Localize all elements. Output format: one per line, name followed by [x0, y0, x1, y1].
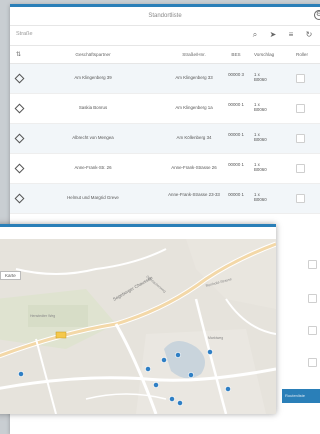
sort-icon[interactable]: ⇅	[16, 51, 21, 58]
map-type-button[interactable]: Karte	[0, 271, 21, 280]
location-marker-icon	[14, 73, 25, 84]
location-marker-icon	[14, 103, 25, 114]
table-row[interactable]: Saskia Bonrus Am Klingenberg 1a 00000 1 …	[10, 94, 320, 124]
cell-bes: 00000 3	[228, 72, 244, 77]
table-row[interactable]: Helmut und Margrid Greve Anne-Frank-Stra…	[10, 184, 320, 214]
cell-bes: 00000 1	[228, 162, 244, 167]
roller-checkbox[interactable]	[296, 104, 305, 113]
list-icon[interactable]: ≡	[285, 29, 297, 41]
cell-street: Am Klingenberg 1a	[175, 105, 213, 110]
map-marker[interactable]	[153, 382, 159, 388]
location-marker-icon	[14, 193, 25, 204]
cell-bes: 00000 1	[228, 102, 244, 107]
location-marker-icon	[14, 133, 25, 144]
cell-street: Am Klingenberg 33	[175, 75, 213, 80]
table-header: ⇅ Geschäftspartner Straße/Hnr. BES Vorsc…	[10, 46, 320, 64]
roller-checkbox[interactable]	[308, 260, 317, 269]
route-list-label: Routenliste	[285, 393, 306, 398]
location-marker-icon	[14, 163, 25, 174]
cell-partner: Helmut und Margrid Greve	[67, 195, 119, 200]
map-marker[interactable]	[18, 371, 24, 377]
roller-checkbox[interactable]	[308, 294, 317, 303]
map-marker[interactable]	[207, 349, 213, 355]
map-marker[interactable]	[169, 396, 175, 402]
cell-bes: 00000 1	[228, 132, 244, 137]
cell-partner: Saskia Bonrus	[78, 105, 108, 110]
map-header	[0, 227, 276, 239]
cell-vorschlag: 1 x B0060	[254, 162, 267, 172]
roller-checkbox[interactable]	[308, 326, 317, 335]
cell-street: Am Köllenberg 34	[176, 135, 212, 140]
panel-header: Standortliste ⚙	[10, 7, 320, 26]
roller-checkbox[interactable]	[296, 194, 305, 203]
map-marker[interactable]	[225, 386, 231, 392]
cell-partner: Am Klingenberg 39	[74, 75, 112, 80]
roller-checkbox[interactable]	[296, 74, 305, 83]
search-row: ⌕ ➤ ≡ ↻	[10, 26, 320, 46]
route-list-button[interactable]: Routenliste	[282, 389, 320, 403]
map-marker[interactable]	[161, 357, 167, 363]
table-row[interactable]: Am Klingenberg 39 Am Klingenberg 33 0000…	[10, 64, 320, 94]
cell-vorschlag: 1 x B0060	[254, 72, 267, 82]
search-input[interactable]	[16, 31, 236, 37]
map-canvas[interactable]: Segeberger Chaussee Oberlachenweg Reinho…	[0, 239, 276, 414]
header-roller[interactable]: Roller	[296, 52, 308, 57]
settings-icon[interactable]: ⚙	[314, 10, 320, 20]
road-label: Oberlachenweg	[145, 275, 166, 294]
road-label: Marktweg	[208, 336, 223, 340]
header-vorschlag[interactable]: Vorschlag	[254, 52, 274, 57]
location-arrow-icon[interactable]: ➤	[267, 29, 279, 41]
map-type-label: Karte	[5, 273, 16, 278]
map-marker[interactable]	[145, 366, 151, 372]
search-icon[interactable]: ⌕	[249, 29, 261, 41]
panel-title: Standortliste	[148, 13, 182, 19]
roller-checkbox[interactable]	[296, 134, 305, 143]
cell-vorschlag: 1 x B0060	[254, 102, 267, 112]
map-panel: Segeberger Chaussee Oberlachenweg Reinho…	[0, 224, 276, 414]
cell-street: Anne-Frank-Strasse 23-33	[168, 192, 220, 197]
cell-partner: Albrecht von Mengea	[72, 135, 114, 140]
header-street[interactable]: Straße/Hnr.	[168, 52, 220, 57]
cell-bes: 00000 1	[228, 192, 244, 197]
cell-street: Anne-Frank-Strasse 26	[171, 165, 217, 170]
road-label: Henstedter Weg	[30, 314, 55, 318]
table-row[interactable]: Albrecht von Mengea Am Köllenberg 34 000…	[10, 124, 320, 154]
roller-checkbox[interactable]	[296, 164, 305, 173]
header-partner[interactable]: Geschäftspartner	[58, 52, 128, 57]
table-row[interactable]: Anne-Frank-Str. 26 Anne-Frank-Strasse 26…	[10, 154, 320, 184]
map-graphic[interactable]: Segeberger Chaussee Oberlachenweg Reinho…	[0, 239, 276, 414]
refresh-icon[interactable]: ↻	[303, 29, 315, 41]
map-marker[interactable]	[175, 352, 181, 358]
roller-checkbox[interactable]	[308, 358, 317, 367]
cell-vorschlag: 1 x B0060	[254, 192, 267, 202]
map-marker[interactable]	[188, 372, 194, 378]
cell-partner: Anne-Frank-Str. 26	[74, 165, 112, 170]
header-bes[interactable]: BES	[228, 52, 244, 57]
cell-vorschlag: 1 x B0060	[254, 132, 267, 142]
